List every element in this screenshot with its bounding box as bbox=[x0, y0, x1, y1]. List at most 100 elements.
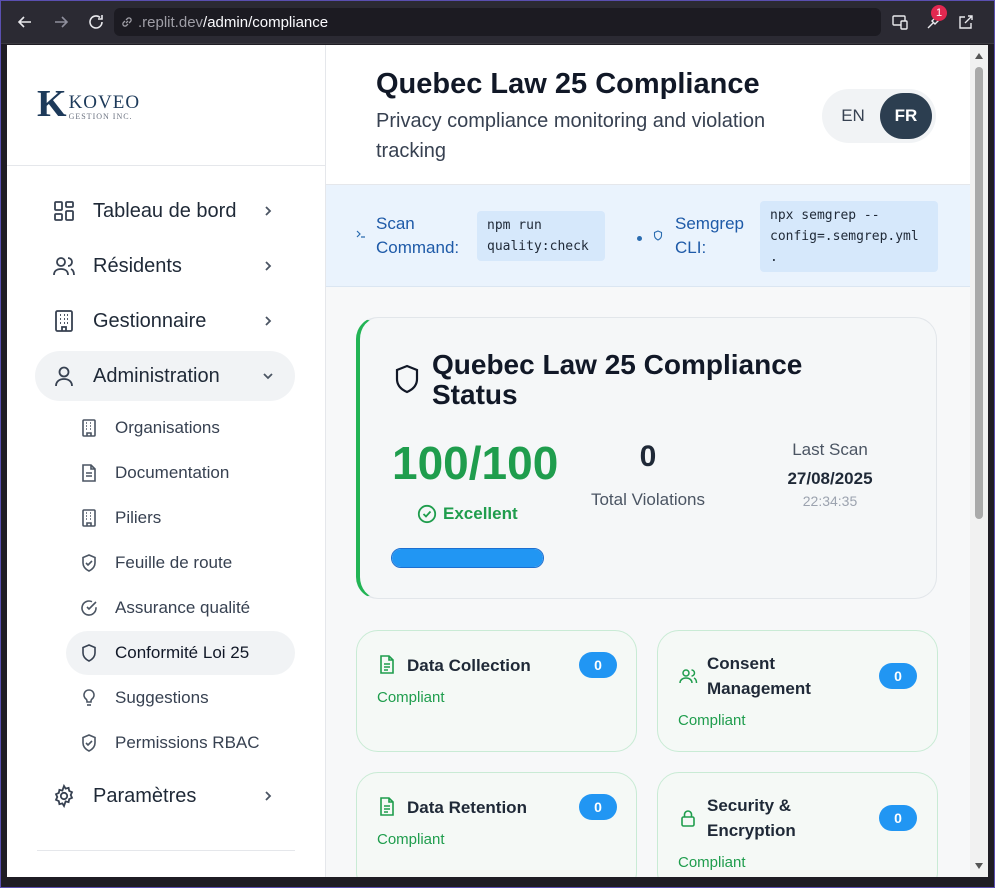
category-status: Compliant bbox=[377, 831, 445, 848]
page-subtitle: Privacy compliance monitoring and violat… bbox=[376, 110, 766, 162]
violations-count: 0 bbox=[639, 440, 657, 473]
address-bar[interactable]: .replit.dev/admin/compliance bbox=[114, 8, 881, 36]
browser-toolbar: .replit.dev/admin/compliance 1 bbox=[0, 0, 995, 44]
scroll-thumb[interactable] bbox=[975, 67, 983, 519]
chevron-down-icon bbox=[259, 367, 277, 385]
category-title: Consent Management bbox=[707, 654, 811, 698]
building-icon bbox=[51, 308, 77, 334]
sidebar-subitem-rbac[interactable]: Permissions RBAC bbox=[66, 721, 295, 765]
sidebar-subitem-label: Organisations bbox=[115, 418, 220, 437]
reload-icon[interactable] bbox=[84, 10, 108, 34]
last-scan-time: 22:34:35 bbox=[802, 493, 858, 509]
sidebar-item-administration[interactable]: Administration bbox=[35, 351, 295, 401]
violation-count-badge: 0 bbox=[579, 652, 617, 678]
open-external-icon[interactable] bbox=[954, 10, 978, 34]
category-status: Compliant bbox=[678, 712, 746, 729]
last-scan-date: 27/08/2025 bbox=[787, 469, 873, 488]
users-icon bbox=[51, 253, 77, 279]
sidebar-subitem-label: Suggestions bbox=[115, 688, 209, 707]
sidebar-subitem-label: Feuille de route bbox=[115, 553, 233, 572]
shield-check-icon bbox=[79, 733, 99, 753]
chevron-right-icon bbox=[259, 257, 277, 275]
building-icon bbox=[79, 508, 99, 528]
user-icon bbox=[51, 363, 77, 389]
sidebar-item-residents[interactable]: Résidents bbox=[35, 241, 295, 291]
sidebar-subitem-label: Piliers bbox=[115, 508, 162, 527]
shield-check-icon bbox=[79, 553, 99, 573]
violation-count-badge: 0 bbox=[879, 805, 917, 831]
sidebar-subitem-label: Documentation bbox=[115, 463, 230, 482]
sidebar-item-label: Administration bbox=[93, 364, 220, 387]
sidebar-subitem-label: Conformité Loi 25 bbox=[115, 643, 250, 662]
rating-badge: Excellent bbox=[417, 504, 518, 524]
logo-area: K KOVEO GESTION INC. bbox=[7, 45, 325, 166]
compliance-score: 100/100 bbox=[392, 437, 559, 489]
page-header: Quebec Law 25 Compliance Privacy complia… bbox=[326, 45, 970, 185]
gear-icon bbox=[51, 783, 77, 809]
status-title: Quebec Law 25 Compliance Status bbox=[432, 349, 803, 410]
dashboard-icon bbox=[51, 198, 77, 224]
sidebar-subitem-law25[interactable]: Conformité Loi 25 bbox=[66, 631, 295, 675]
category-card-data-retention[interactable]: Data Retention 0 Compliant bbox=[356, 772, 637, 877]
sidebar-item-settings[interactable]: Paramètres bbox=[35, 771, 295, 821]
command-info-bar: Scan Command: npm run quality:check Semg… bbox=[326, 185, 970, 287]
category-status: Compliant bbox=[678, 854, 746, 871]
sidebar-item-label: Paramètres bbox=[93, 784, 197, 807]
main-content: Quebec Law 25 Compliance Privacy complia… bbox=[326, 45, 970, 877]
semgrep-cli-code: npx semgrep --config=.semgrep.yml . bbox=[760, 201, 938, 272]
rating-label: Excellent bbox=[443, 504, 518, 523]
extensions-badge: 1 bbox=[931, 5, 947, 21]
semgrep-cli-label: Semgrep CLI: bbox=[675, 214, 744, 257]
main-scrollbar[interactable] bbox=[970, 45, 988, 877]
category-card-data-collection[interactable]: Data Collection 0 Compliant bbox=[356, 630, 637, 752]
check-circle-icon bbox=[417, 504, 437, 524]
chevron-right-icon bbox=[259, 202, 277, 220]
document-icon bbox=[379, 797, 395, 816]
chevron-right-icon bbox=[259, 312, 277, 330]
violations-label: Total Violations bbox=[590, 490, 706, 509]
sidebar-subitem-documentation[interactable]: Documentation bbox=[66, 451, 295, 495]
terminal-icon bbox=[356, 229, 366, 242]
sidebar-subitem-organisations[interactable]: Organisations bbox=[66, 406, 295, 450]
scan-command-label: Scan Command: bbox=[376, 214, 460, 257]
compliance-status-card: Quebec Law 25 Compliance Status 100/100 … bbox=[356, 317, 937, 599]
sidebar-subitem-piliers[interactable]: Piliers bbox=[66, 496, 295, 540]
category-status: Compliant bbox=[377, 689, 445, 706]
sidebar-item-dashboard[interactable]: Tableau de bord bbox=[35, 186, 295, 236]
category-title: Data Collection bbox=[407, 656, 531, 675]
language-toggle: EN FR bbox=[822, 89, 936, 143]
category-title: Data Retention bbox=[407, 798, 527, 817]
sidebar-subitem-quality[interactable]: Assurance qualité bbox=[66, 586, 295, 630]
shield-icon bbox=[394, 364, 420, 399]
forward-icon[interactable] bbox=[49, 10, 73, 34]
building-icon bbox=[79, 418, 99, 438]
document-icon bbox=[79, 463, 99, 483]
score-progress-fill bbox=[392, 549, 543, 567]
violation-count-badge: 0 bbox=[579, 794, 617, 820]
lang-fr-button[interactable]: FR bbox=[880, 93, 932, 139]
category-card-security-encryption[interactable]: Security & Encryption 0 Compliant bbox=[657, 772, 938, 877]
link-icon bbox=[120, 15, 134, 29]
responsive-view-icon[interactable] bbox=[888, 10, 912, 34]
sidebar-subitem-suggestions[interactable]: Suggestions bbox=[66, 676, 295, 720]
sidebar-item-manager[interactable]: Gestionnaire bbox=[35, 296, 295, 346]
shield-icon bbox=[79, 643, 99, 663]
scroll-up-icon[interactable] bbox=[974, 51, 984, 61]
url-path: /admin/compliance bbox=[203, 13, 329, 31]
check-circle-icon bbox=[79, 598, 99, 618]
url-domain: .replit.dev bbox=[138, 13, 204, 31]
sidebar-subitem-label: Assurance qualité bbox=[115, 598, 251, 617]
separator-dot bbox=[637, 236, 642, 241]
document-icon bbox=[379, 655, 395, 674]
violation-count-badge: 0 bbox=[879, 663, 917, 689]
lang-en-button[interactable]: EN bbox=[828, 93, 878, 139]
category-card-consent-management[interactable]: Consent Management 0 Compliant bbox=[657, 630, 938, 752]
last-scan-label: Last Scan bbox=[792, 440, 868, 459]
sidebar-subitem-roadmap[interactable]: Feuille de route bbox=[66, 541, 295, 585]
sidebar-divider bbox=[37, 850, 295, 851]
logo-name: KOVEO bbox=[68, 92, 141, 113]
back-icon[interactable] bbox=[13, 10, 37, 34]
koveo-logo[interactable]: K KOVEO GESTION INC. bbox=[37, 85, 141, 123]
sidebar-item-label: Résidents bbox=[93, 254, 182, 277]
scroll-down-icon[interactable] bbox=[974, 861, 984, 871]
